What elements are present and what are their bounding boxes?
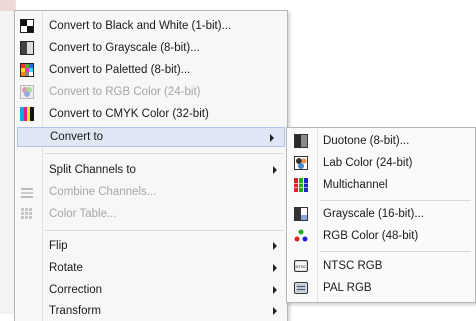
submenu-arrow-icon: [273, 166, 277, 174]
lab-color-icon: [294, 156, 308, 170]
rgb-48-icon: [294, 229, 308, 243]
grayscale-16-icon: [294, 207, 308, 221]
submenu-item-grayscale-16[interactable]: Grayscale (16-bit)...: [287, 204, 475, 224]
submenu-item-label: Grayscale (16-bit)...: [323, 208, 424, 220]
menu-item-label: Flip: [49, 240, 68, 252]
convert-to-submenu: Duotone (8-bit)... Lab Color (24-bit) Mu…: [286, 127, 476, 303]
menu-item-label: Combine Channels...: [49, 186, 157, 198]
background-panel: [0, 0, 14, 314]
menu-item-color-table[interactable]: Color Table...: [15, 204, 287, 224]
menu-item-convert-grayscale[interactable]: Convert to Grayscale (8-bit)...: [15, 38, 287, 58]
grayscale-icon: [20, 41, 34, 55]
menu-item-label: Convert to Grayscale (8-bit)...: [49, 42, 200, 54]
submenu-item-pal-rgb[interactable]: PAL RGB: [287, 278, 475, 298]
menu-separator: [45, 153, 283, 154]
menu-item-label: Convert to Black and White (1-bit)...: [49, 20, 232, 32]
pal-icon: [294, 281, 308, 295]
cmyk-color-icon: [20, 107, 34, 121]
menu-item-correction[interactable]: Correction: [15, 280, 287, 300]
svg-text:NTSC: NTSC: [296, 264, 307, 269]
menu-item-convert-black-white[interactable]: Convert to Black and White (1-bit)...: [15, 16, 287, 36]
paletted-icon: [20, 63, 34, 77]
submenu-item-lab-color[interactable]: Lab Color (24-bit): [287, 153, 475, 173]
menu-item-label: Rotate: [49, 262, 83, 274]
submenu-item-label: PAL RGB: [323, 282, 372, 294]
multichannel-icon: [294, 178, 308, 192]
menu-separator: [320, 251, 471, 252]
black-white-icon: [20, 19, 34, 33]
ntsc-icon: NTSC: [294, 259, 308, 273]
menu-item-label: Color Table...: [49, 208, 117, 220]
submenu-item-rgb-48[interactable]: RGB Color (48-bit): [287, 226, 475, 246]
menu-item-flip[interactable]: Flip: [15, 236, 287, 256]
menu-item-label: Convert to CMYK Color (32-bit): [49, 108, 209, 120]
menu-item-split-channels[interactable]: Split Channels to: [15, 160, 287, 180]
submenu-item-duotone[interactable]: Duotone (8-bit)...: [287, 131, 475, 151]
submenu-item-ntsc-rgb[interactable]: NTSC NTSC RGB: [287, 256, 475, 276]
duotone-icon: [294, 134, 308, 148]
menu-item-convert-paletted[interactable]: Convert to Paletted (8-bit)...: [15, 60, 287, 80]
menu-separator: [45, 230, 283, 231]
submenu-arrow-icon: [273, 286, 277, 294]
menu-item-label: Split Channels to: [49, 164, 136, 176]
rgb-color-icon: [20, 85, 34, 99]
image-menu: Convert to Black and White (1-bit)... Co…: [14, 10, 288, 321]
submenu-item-label: Multichannel: [323, 179, 388, 191]
menu-item-label: Transform: [49, 305, 101, 317]
menu-item-transform[interactable]: Transform: [15, 301, 287, 321]
menu-item-label: Correction: [49, 284, 103, 296]
menu-item-convert-rgb[interactable]: Convert to RGB Color (24-bit): [15, 82, 287, 102]
submenu-item-label: NTSC RGB: [323, 260, 383, 272]
menu-item-rotate[interactable]: Rotate: [15, 258, 287, 278]
menu-item-combine-channels[interactable]: Combine Channels...: [15, 182, 287, 202]
submenu-arrow-icon: [273, 264, 277, 272]
submenu-item-label: Lab Color (24-bit): [323, 157, 413, 169]
submenu-arrow-icon: [270, 134, 274, 142]
combine-channels-icon: [20, 185, 34, 199]
submenu-arrow-icon: [273, 242, 277, 250]
submenu-item-multichannel[interactable]: Multichannel: [287, 175, 475, 195]
menu-item-label: Convert to RGB Color (24-bit): [49, 86, 201, 98]
submenu-item-label: Duotone (8-bit)...: [323, 135, 410, 147]
submenu-item-label: RGB Color (48-bit): [323, 230, 419, 242]
menu-item-label: Convert to Paletted (8-bit)...: [49, 64, 191, 76]
menu-separator: [320, 200, 471, 201]
color-table-icon: [20, 207, 34, 221]
menu-item-label: Convert to: [50, 131, 104, 143]
menu-item-convert-to[interactable]: Convert to: [17, 127, 285, 147]
menu-item-convert-cmyk[interactable]: Convert to CMYK Color (32-bit): [15, 104, 287, 124]
